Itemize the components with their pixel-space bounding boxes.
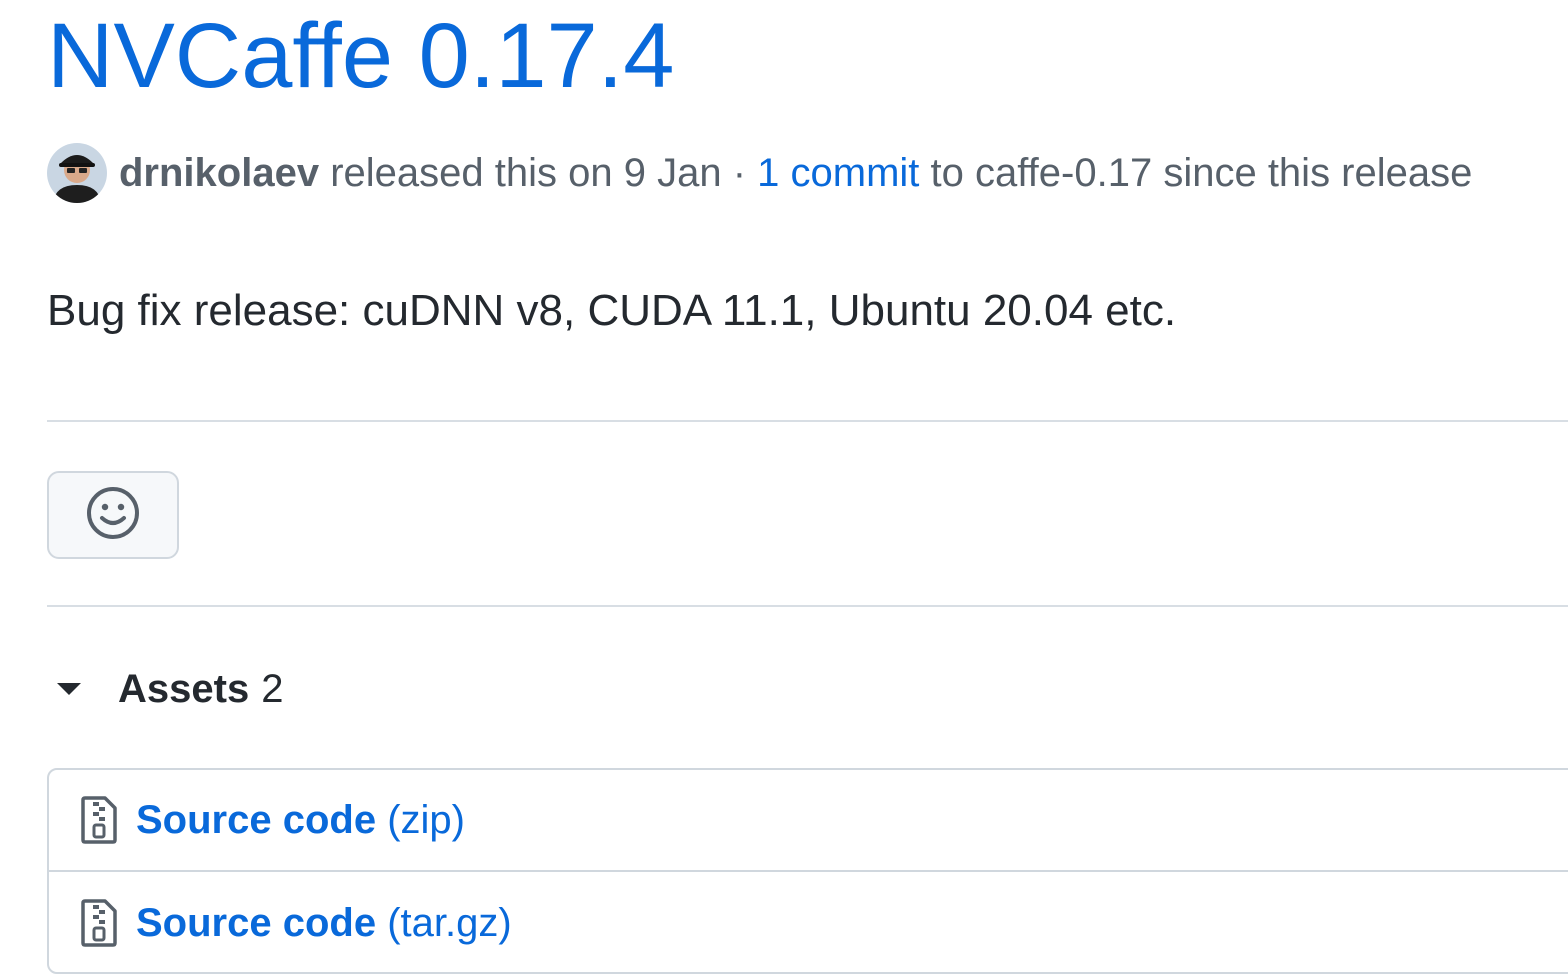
smiley-icon bbox=[85, 485, 141, 546]
author-link[interactable]: drnikolaev bbox=[119, 151, 319, 196]
file-zip-icon bbox=[79, 796, 119, 844]
assets-title: Assets bbox=[118, 666, 250, 711]
asset-name: Source code bbox=[136, 797, 377, 842]
asset-row: Source code (zip) bbox=[49, 770, 1568, 872]
commits-link[interactable]: 1 commit bbox=[757, 151, 919, 196]
add-reaction-button[interactable] bbox=[47, 471, 179, 559]
to-text: to bbox=[930, 150, 964, 195]
assets-count: 2 bbox=[261, 666, 284, 711]
author-avatar[interactable] bbox=[47, 143, 107, 203]
release-date: 9 Jan bbox=[623, 150, 722, 195]
branch-name: caffe-0.17 bbox=[975, 150, 1153, 195]
file-zip-icon bbox=[79, 899, 119, 947]
asset-download-link[interactable]: Source code (tar.gz) bbox=[136, 901, 512, 946]
release-notes: Bug fix release: cuDNN v8, CUDA 11.1, Ub… bbox=[47, 286, 1177, 335]
assets-list: Source code (zip) Source code (tar.gz) bbox=[47, 768, 1568, 974]
asset-row: Source code (tar.gz) bbox=[49, 872, 1568, 974]
since-text: since this release bbox=[1163, 150, 1473, 195]
divider bbox=[47, 420, 1568, 422]
triangle-down-icon bbox=[56, 681, 82, 697]
divider bbox=[47, 605, 1568, 607]
asset-download-link[interactable]: Source code (zip) bbox=[136, 798, 465, 843]
asset-ext: (zip) bbox=[387, 797, 465, 842]
released-text: released this on bbox=[330, 150, 613, 195]
assets-toggle[interactable]: Assets 2 bbox=[56, 664, 283, 714]
release-meta: drnikolaev released this on 9 Jan · 1 co… bbox=[47, 143, 1472, 203]
asset-name: Source code bbox=[136, 900, 377, 945]
release-title[interactable]: NVCaffe 0.17.4 bbox=[47, 2, 674, 110]
release-page: NVCaffe 0.17.4 drnikolaev released this … bbox=[0, 0, 1568, 976]
asset-ext: (tar.gz) bbox=[387, 900, 512, 945]
meta-separator: · bbox=[732, 150, 747, 195]
